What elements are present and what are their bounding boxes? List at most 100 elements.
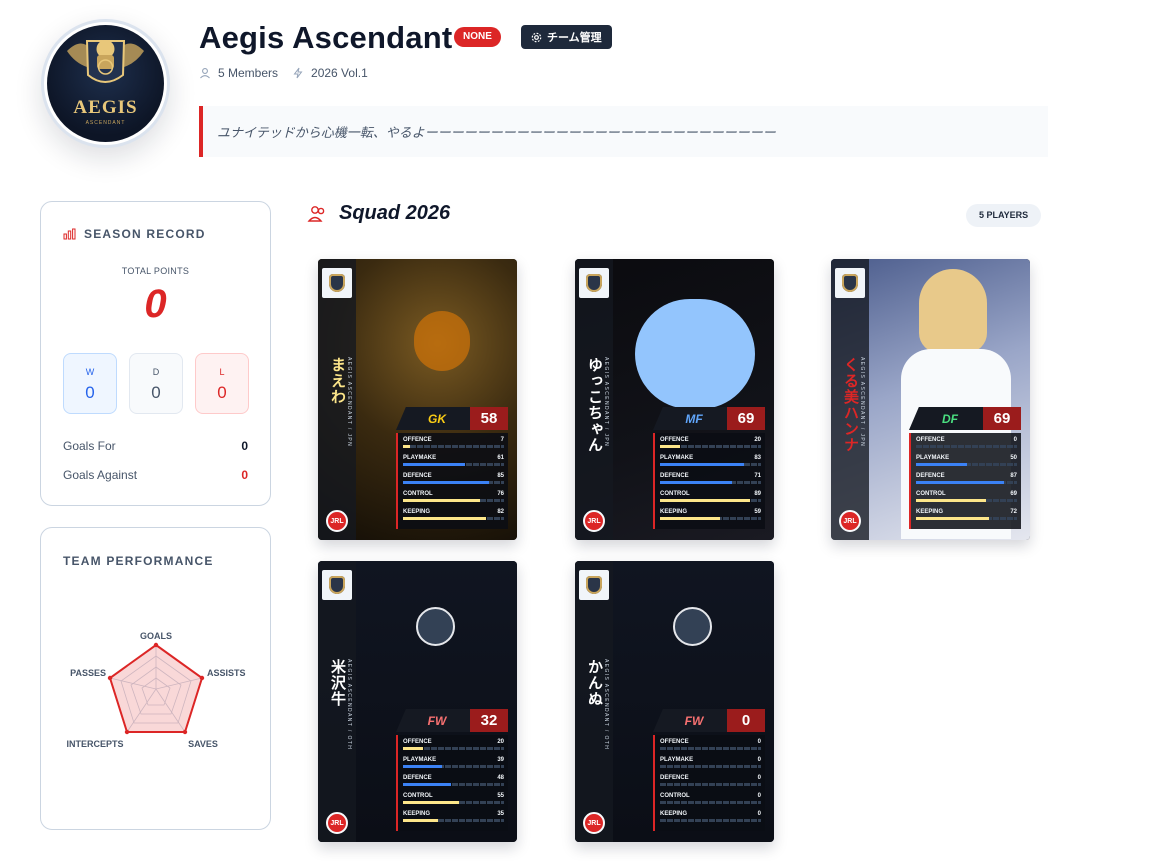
stat-label: CONTROL [660, 491, 690, 497]
team-manage-label: チーム管理 [547, 32, 602, 44]
player-card[interactable]: ゆっこちゃん AEGIS ASCENDANT / JPN JRL MF 69 OFFENC… [575, 259, 774, 540]
stat-label: DEFENCE [660, 473, 689, 479]
gear-icon [531, 32, 542, 42]
stat-value: 0 [757, 811, 761, 817]
team-meta: 5 Members 2026 Vol.1 [199, 66, 368, 80]
season-record-title: SEASON RECORD [63, 227, 206, 241]
stat-track [403, 463, 504, 466]
stat-row: KEEPING 82 [403, 506, 504, 524]
player-position: DF [909, 407, 991, 430]
stat-track [403, 517, 504, 520]
team-manage-button[interactable]: チーム管理 [521, 25, 612, 49]
squad-title: Squad 2026 [339, 202, 451, 224]
stat-fill [916, 481, 1004, 484]
stat-row: DEFENCE 0 [660, 772, 761, 790]
stat-track [403, 481, 504, 484]
stat-track [403, 445, 504, 448]
stat-track [403, 765, 504, 768]
stat-row: DEFENCE 71 [660, 470, 761, 488]
user-icon [200, 68, 210, 79]
stat-label: DEFENCE [916, 473, 945, 479]
stat-row: PLAYMAKE 0 [660, 754, 761, 772]
goals-against-row: Goals Against 0 [63, 468, 248, 482]
stat-value: 0 [1013, 437, 1017, 443]
stat-row: OFFENCE 7 [403, 434, 504, 452]
player-portrait [635, 299, 755, 409]
stat-track [660, 819, 761, 822]
stat-label: OFFENCE [660, 739, 689, 745]
radar-axis-assists: ASSISTS [207, 668, 246, 678]
player-card[interactable]: 米沢牛 AEGIS ASCENDANT / OTH JRL FW 32 OFFENCE 20… [318, 561, 517, 842]
radar-axis-intercepts: INTERCEPTS [66, 739, 123, 749]
player-stats: OFFENCE 0 PLAYMAKE 50 DEFENCE 87 CONTROL 69 KEEP… [909, 433, 1021, 529]
player-stats: OFFENCE 7 PLAYMAKE 61 DEFENCE 85 CONTROL 76 KEEP… [396, 433, 508, 529]
stat-fill [660, 517, 720, 520]
stat-track [916, 517, 1017, 520]
stat-label: PLAYMAKE [660, 757, 694, 763]
player-card[interactable]: かんぬ AEGIS ASCENDANT / OTH JRL FW 0 OFFENCE 0 PL… [575, 561, 774, 842]
stat-row: OFFENCE 0 [916, 434, 1017, 452]
team-emblem-icon [579, 268, 609, 298]
stat-fill [403, 783, 452, 786]
stat-label: KEEPING [403, 509, 431, 515]
league-logo-icon: JRL [326, 812, 348, 834]
player-stats: OFFENCE 20 PLAYMAKE 83 DEFENCE 71 CONTROL 89 KEE… [653, 433, 765, 529]
player-position-bar: MF 69 [653, 407, 765, 430]
stat-fill [916, 517, 989, 520]
stat-fill [403, 445, 411, 448]
members-label: 5 Members [218, 66, 279, 80]
radar-axis-goals: GOALS [140, 631, 172, 641]
stat-track [660, 481, 761, 484]
goals-against-value: 0 [241, 468, 248, 482]
stat-value: 76 [497, 491, 504, 497]
stat-label: KEEPING [403, 811, 431, 817]
performance-radar: GOALS ASSISTS SAVES INTERCEPTS PASSES [66, 631, 246, 749]
stat-track [660, 445, 761, 448]
player-position-bar: FW 0 [653, 709, 765, 732]
stat-row: KEEPING 72 [916, 506, 1017, 524]
player-position-bar: GK 58 [396, 407, 508, 430]
player-portrait [919, 269, 987, 353]
stat-value: 7 [500, 437, 504, 443]
stat-label: OFFENCE [660, 437, 689, 443]
player-team-line: AEGIS ASCENDANT / OTH [603, 659, 609, 751]
player-card[interactable]: くる美ハンナ AEGIS ASCENDANT / JPN JRL DF 69 OFFENC… [831, 259, 1030, 540]
radar-axis-saves: SAVES [188, 739, 218, 749]
goals-for-row: Goals For 0 [63, 439, 248, 453]
team-emblem-icon [579, 570, 609, 600]
player-position: FW [396, 709, 478, 732]
stat-track [403, 801, 504, 804]
stat-row: CONTROL 0 [660, 790, 761, 808]
stat-track [916, 481, 1017, 484]
team-emblem-icon [835, 268, 865, 298]
stat-label: KEEPING [660, 811, 688, 817]
stat-value: 0 [757, 757, 761, 763]
stat-row: OFFENCE 0 [660, 736, 761, 754]
stat-track [660, 463, 761, 466]
player-card[interactable]: まえわ AEGIS ASCENDANT / JPN JRL GK 58 OFFENCE 7 P… [318, 259, 517, 540]
league-logo-icon: JRL [583, 812, 605, 834]
stat-label: DEFENCE [403, 473, 432, 479]
stat-row: KEEPING 0 [660, 808, 761, 826]
goals-against-label: Goals Against [63, 468, 138, 482]
members-count: 5 Members [199, 66, 278, 80]
stat-fill [660, 481, 732, 484]
stat-label: KEEPING [660, 509, 688, 515]
stat-row: PLAYMAKE 61 [403, 452, 504, 470]
league-logo-icon: JRL [326, 510, 348, 532]
player-count-badge: 5 PLAYERS [966, 204, 1042, 227]
player-position: MF [653, 407, 735, 430]
stat-value: 20 [497, 739, 504, 745]
stat-label: PLAYMAKE [660, 455, 694, 461]
stat-value: 82 [497, 509, 504, 515]
stat-track [916, 445, 1017, 448]
stat-track [403, 819, 504, 822]
logo-subtext: ASCENDANT [85, 120, 126, 126]
player-avatar [416, 607, 455, 646]
draws-value: 0 [151, 383, 161, 402]
stat-value: 48 [497, 775, 504, 781]
status-badge: NONE [454, 27, 501, 47]
stat-track [660, 801, 761, 804]
player-team-line: AEGIS ASCENDANT / OTH [346, 659, 352, 751]
player-avatar [673, 607, 712, 646]
